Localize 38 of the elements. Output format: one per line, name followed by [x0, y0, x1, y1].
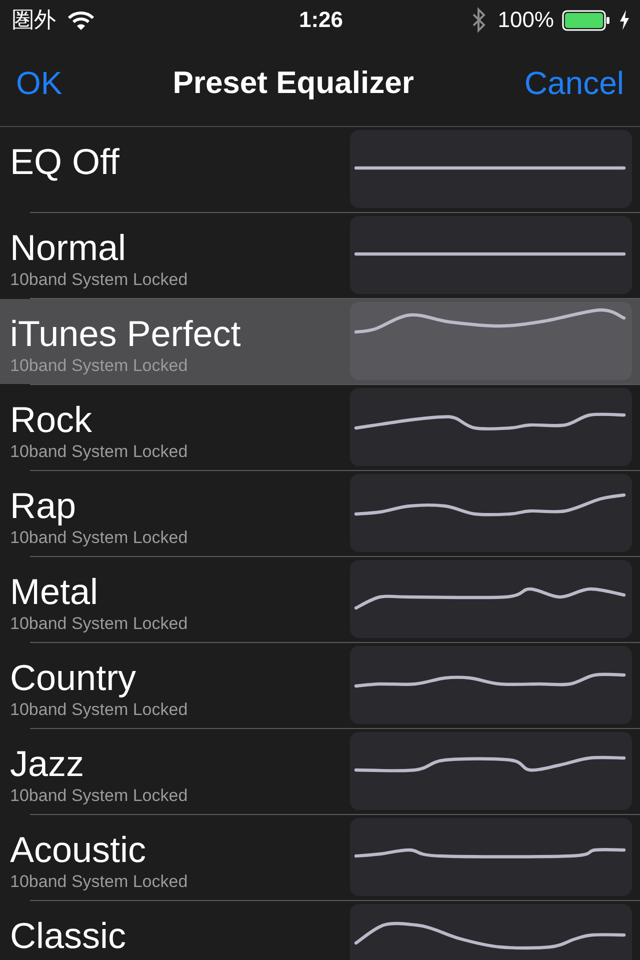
preset-row[interactable]: Rock 10band System Locked: [0, 385, 640, 470]
preset-subtitle: 10band System Locked: [10, 356, 188, 376]
preset-row[interactable]: Classic: [0, 901, 640, 960]
preset-name: Rap: [10, 487, 76, 525]
preset-row[interactable]: Metal 10band System Locked: [0, 557, 640, 642]
carrier-label: 圏外: [12, 7, 56, 33]
clock-time: 1:26: [298, 7, 344, 33]
preset-subtitle: 10band System Locked: [10, 442, 188, 462]
preset-subtitle: 10band System Locked: [10, 614, 188, 634]
preset-name: Normal: [10, 229, 126, 267]
preset-subtitle: 10band System Locked: [10, 270, 188, 290]
preset-name: Classic: [10, 917, 126, 955]
preset-row[interactable]: Country 10band System Locked: [0, 643, 640, 728]
preset-name: Jazz: [10, 745, 84, 783]
preset-row[interactable]: Rap 10band System Locked: [0, 471, 640, 556]
ok-button[interactable]: OK: [16, 64, 62, 102]
preset-name: iTunes Perfect: [10, 315, 241, 353]
preset-name: EQ Off: [10, 143, 120, 181]
preset-row[interactable]: Acoustic 10band System Locked: [0, 815, 640, 900]
screen-title: Preset Equalizer: [172, 64, 414, 102]
preset-name: Acoustic: [10, 831, 146, 869]
preset-name: Metal: [10, 573, 98, 611]
preset-subtitle: 10band System Locked: [10, 700, 188, 720]
preset-name: Rock: [10, 401, 92, 439]
battery-icon: [562, 10, 610, 30]
wifi-icon: [68, 10, 94, 30]
battery-percentage: 100%: [498, 7, 554, 33]
preset-subtitle: 10band System Locked: [10, 786, 188, 806]
bluetooth-icon: [472, 7, 486, 33]
preset-name: Country: [10, 659, 136, 697]
preset-row[interactable]: Normal 10band System Locked: [0, 213, 640, 298]
preset-row[interactable]: Jazz 10band System Locked: [0, 729, 640, 814]
preset-row[interactable]: iTunes Perfect 10band System Locked: [0, 299, 640, 384]
cancel-button[interactable]: Cancel: [524, 64, 624, 102]
charging-bolt-icon: [619, 10, 630, 30]
preset-subtitle: 10band System Locked: [10, 528, 188, 548]
preset-subtitle: 10band System Locked: [10, 872, 188, 892]
preset-row[interactable]: EQ Off: [0, 127, 640, 212]
